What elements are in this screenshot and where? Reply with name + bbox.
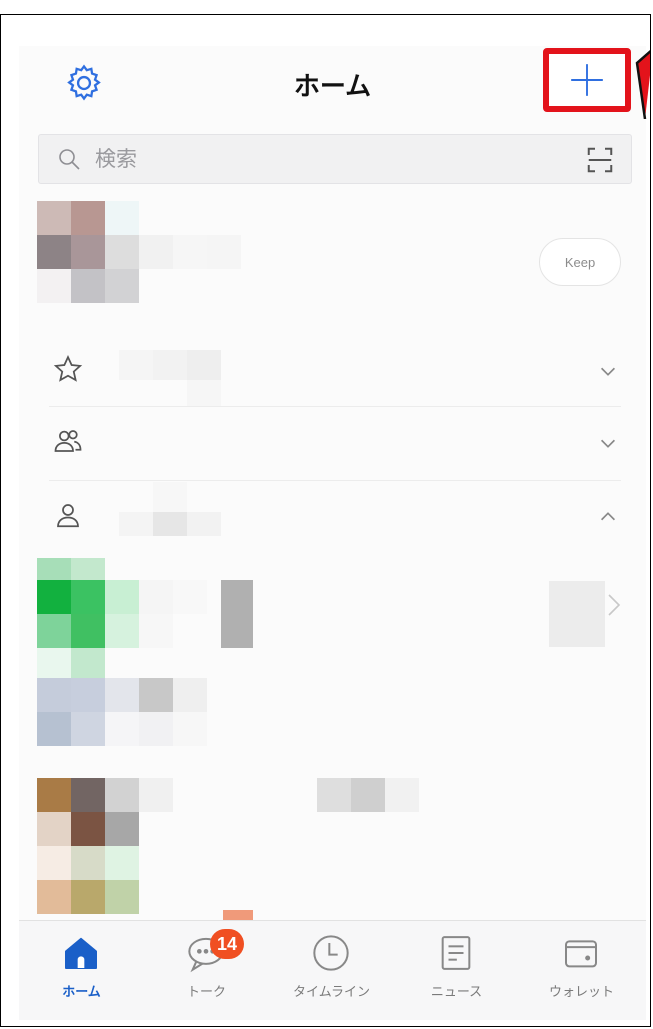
favorites-row[interactable] (19, 336, 646, 406)
plus-icon (571, 64, 603, 96)
tab-label: タイムライン (292, 985, 371, 1000)
tab-timeline[interactable]: タイムライン (269, 921, 394, 1020)
friends-row[interactable] (19, 482, 646, 552)
favorites-label-blurred (119, 350, 221, 406)
search-bar[interactable] (38, 134, 632, 184)
star-icon (53, 355, 83, 382)
tab-label: ニュース (430, 985, 483, 1000)
chevron-right-icon (608, 594, 621, 616)
chevron-down-icon (600, 367, 616, 376)
tab-wallet[interactable]: ウォレット (519, 921, 644, 1020)
chevron-down-icon (600, 439, 616, 448)
tab-label: トーク (186, 985, 226, 1000)
tab-label: ホーム (62, 985, 101, 1000)
search-input[interactable] (95, 135, 535, 183)
divider (49, 406, 621, 407)
home-screen: ホーム 検索 Keep ホーム 14 トーク タイムライン ニュース ウォレット (19, 46, 646, 1020)
clock-icon (313, 935, 349, 971)
chevron-up-icon (600, 512, 616, 521)
search-icon (59, 149, 80, 170)
tab-label: ウォレット (548, 985, 614, 1000)
tab-news[interactable]: ニュース (394, 921, 519, 1020)
wallet-icon (565, 940, 597, 968)
qr-scan-icon[interactable] (585, 145, 615, 175)
friends-label-blurred (119, 482, 221, 536)
group-icon (54, 430, 82, 452)
add-friend-button[interactable] (543, 48, 631, 112)
friend-list-item[interactable] (37, 778, 437, 923)
keep-button[interactable]: Keep (539, 238, 621, 286)
news-icon (441, 936, 471, 970)
home-icon (65, 937, 97, 969)
friend-status-blurred (549, 581, 605, 647)
unread-badge: 14 (210, 929, 244, 959)
friend-list-item[interactable] (37, 678, 277, 758)
profile-avatar[interactable] (37, 201, 277, 306)
divider (49, 480, 621, 481)
bottom-tab-bar: ホーム 14 トーク タイムライン ニュース ウォレット (19, 920, 646, 1020)
header-bar: ホーム (19, 46, 646, 136)
tab-home[interactable]: ホーム (19, 921, 144, 1020)
tab-talk[interactable]: 14 トーク (144, 921, 269, 1020)
screenshot-frame: ホーム 検索 Keep ホーム 14 トーク タイムライン ニュース ウォレット (0, 14, 651, 1027)
person-icon (57, 504, 79, 528)
callout-arrow (635, 49, 650, 119)
groups-row[interactable] (19, 408, 646, 478)
